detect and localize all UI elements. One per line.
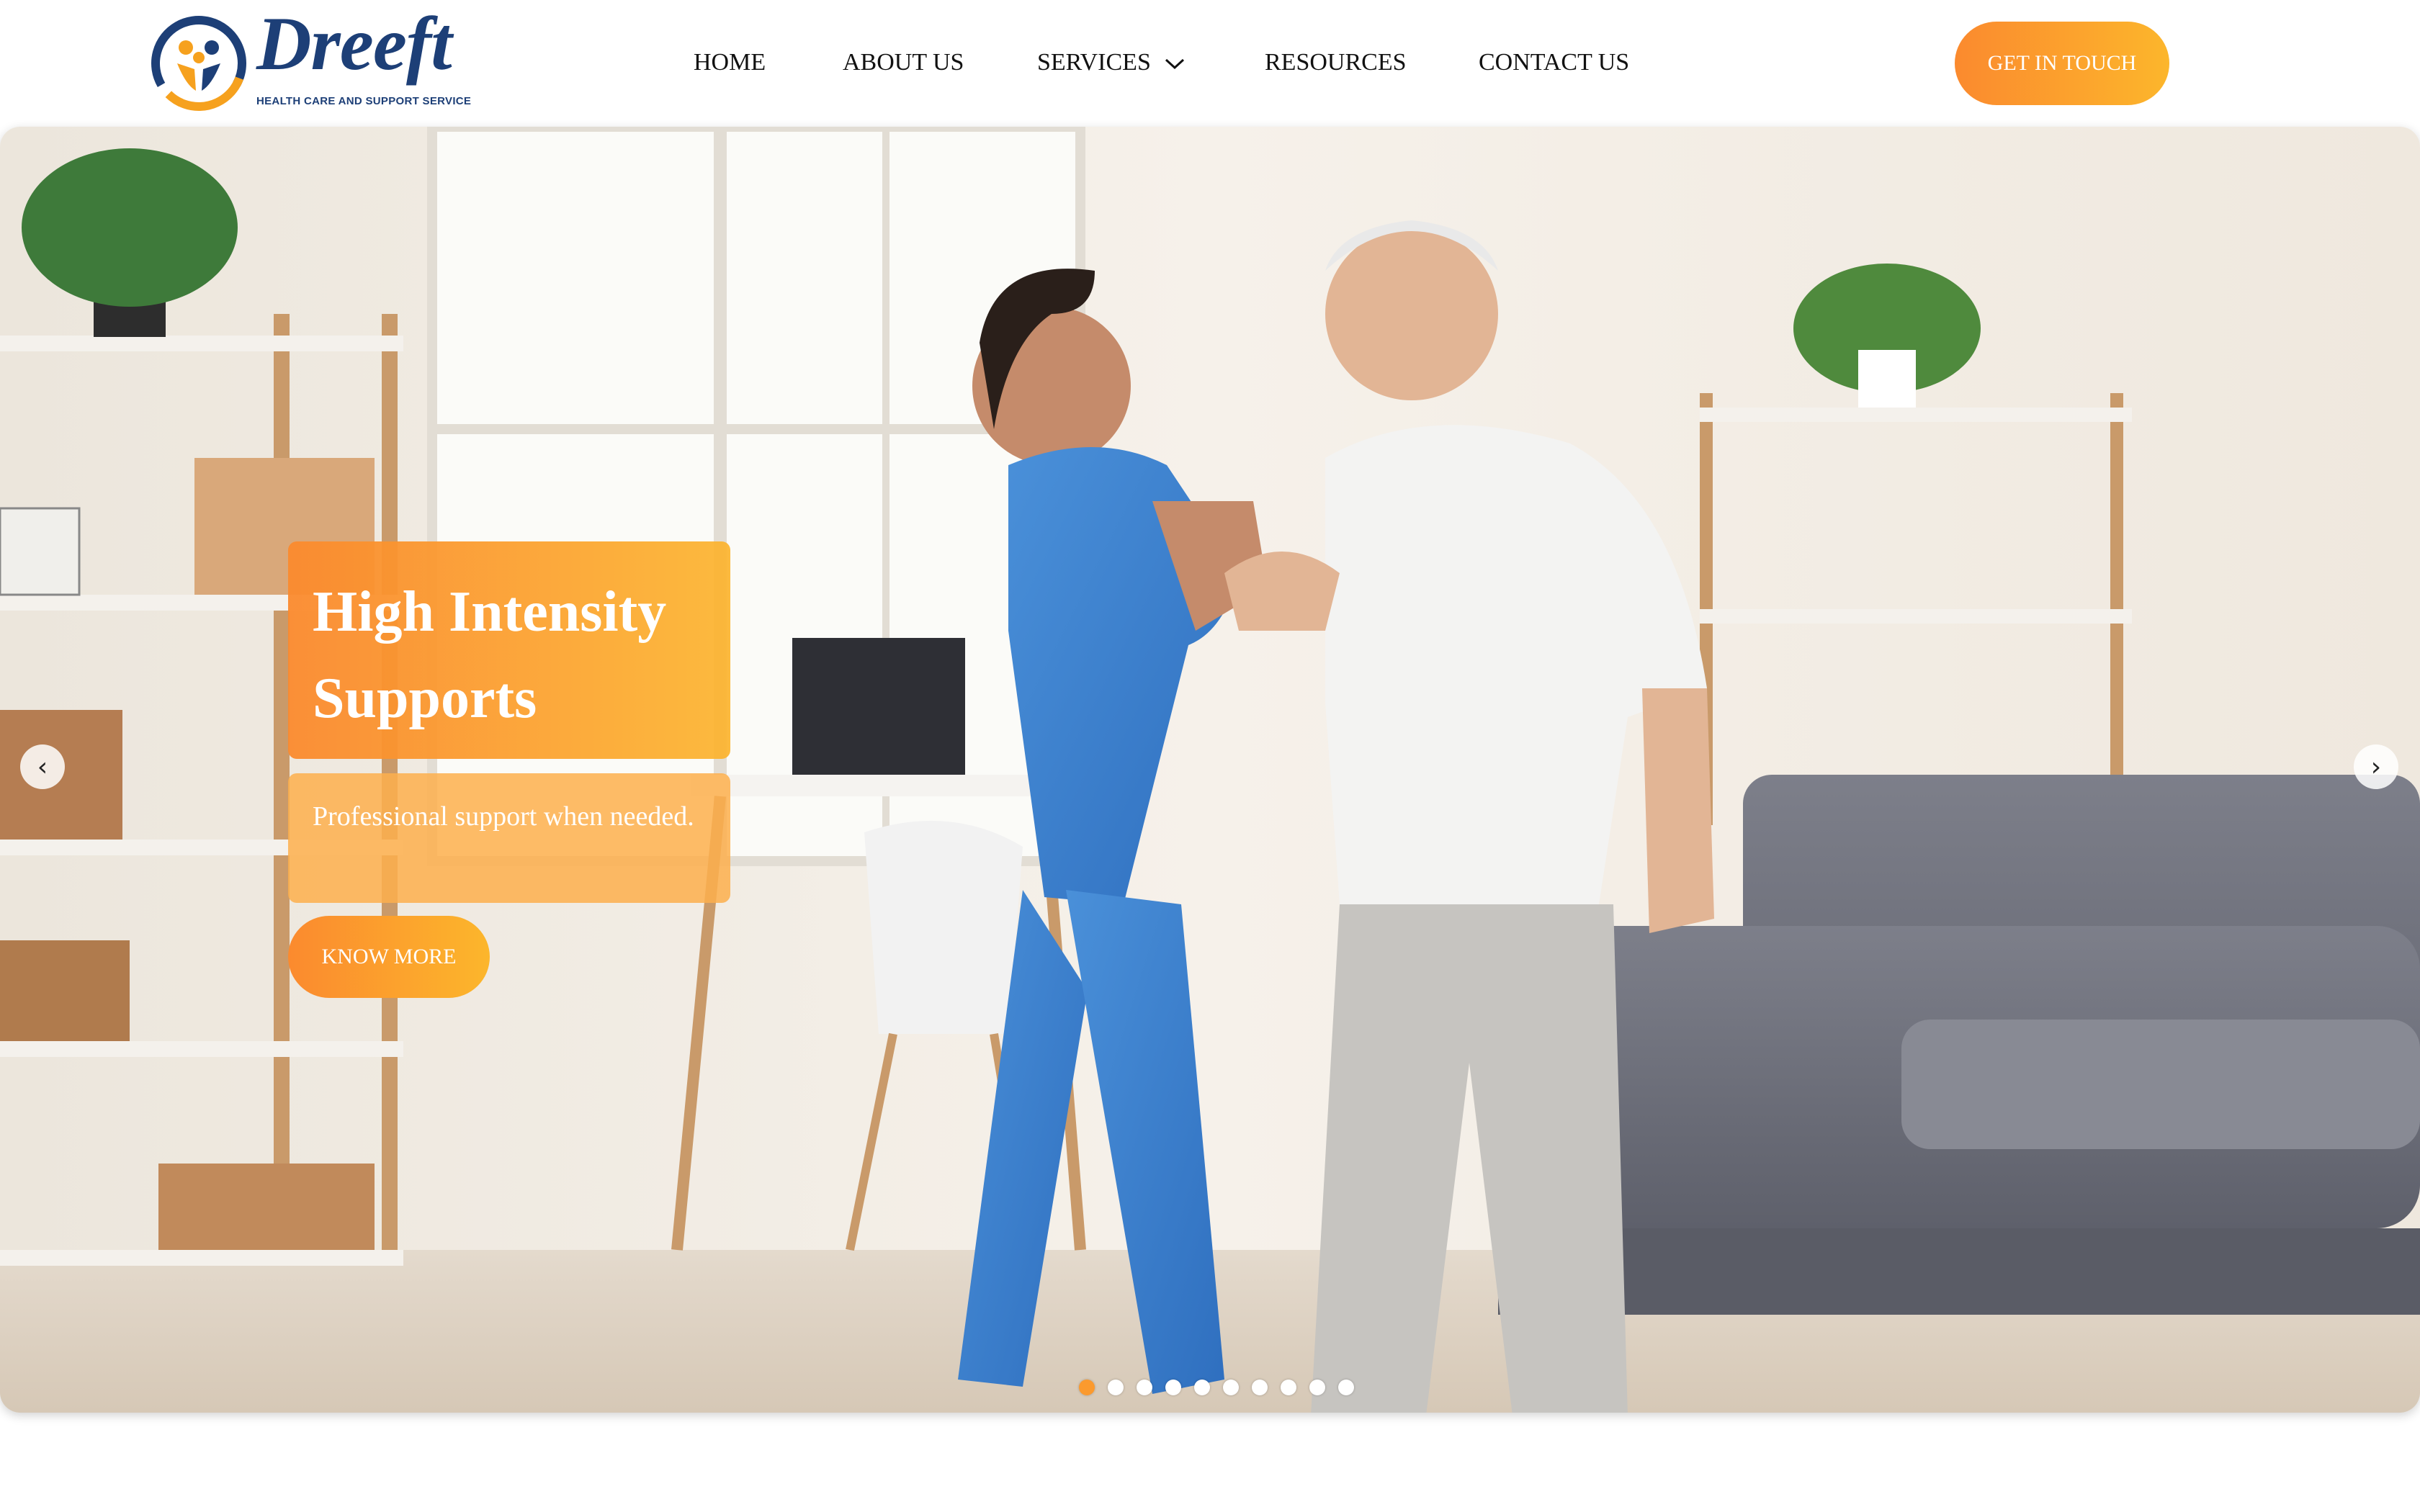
nav-services[interactable]: SERVICES xyxy=(1037,45,1186,81)
slide-dot[interactable] xyxy=(1223,1380,1239,1395)
slide-dot[interactable] xyxy=(1194,1380,1210,1395)
slide-dot[interactable] xyxy=(1252,1380,1268,1395)
slide-title: High Intensity Supports xyxy=(313,580,667,730)
nav-contact-us[interactable]: CONTACT US xyxy=(1479,45,1629,81)
chevron-right-icon[interactable]: › xyxy=(2354,744,2398,789)
brand-tagline: HEALTH CARE AND SUPPORT SERVICE xyxy=(256,95,472,107)
slide-dot[interactable] xyxy=(1165,1380,1181,1395)
hero-slider: High Intensity Supports Professional sup… xyxy=(0,127,2420,1413)
get-in-touch-button[interactable]: GET IN TOUCH xyxy=(1955,22,2169,105)
slide-title-card: High Intensity Supports xyxy=(288,541,730,759)
slide-dot[interactable] xyxy=(1338,1380,1354,1395)
nav-services-label: SERVICES xyxy=(1037,49,1151,76)
site-header: Dreeft HEALTH CARE AND SUPPORT SERVICE H… xyxy=(0,0,2420,127)
slide-dot[interactable] xyxy=(1108,1380,1124,1395)
slide-dot[interactable] xyxy=(1309,1380,1325,1395)
slide-subtitle: Professional support when needed. xyxy=(313,801,694,832)
nav-about-us[interactable]: ABOUT US xyxy=(843,45,964,81)
nav-resources[interactable]: RESOURCES xyxy=(1265,45,1407,81)
nav-home[interactable]: HOME xyxy=(694,45,766,81)
know-more-button[interactable]: KNOW MORE xyxy=(288,916,490,998)
chevron-left-icon[interactable]: ‹ xyxy=(20,744,65,789)
chevron-down-icon xyxy=(1164,46,1186,82)
slide-dot[interactable] xyxy=(1281,1380,1296,1395)
slide-dot[interactable] xyxy=(1079,1380,1095,1395)
slide-dot[interactable] xyxy=(1137,1380,1152,1395)
slide-subtitle-card: Professional support when needed. xyxy=(288,773,730,903)
hero-image xyxy=(0,127,2420,1413)
slide-pagination xyxy=(1079,1380,1354,1397)
